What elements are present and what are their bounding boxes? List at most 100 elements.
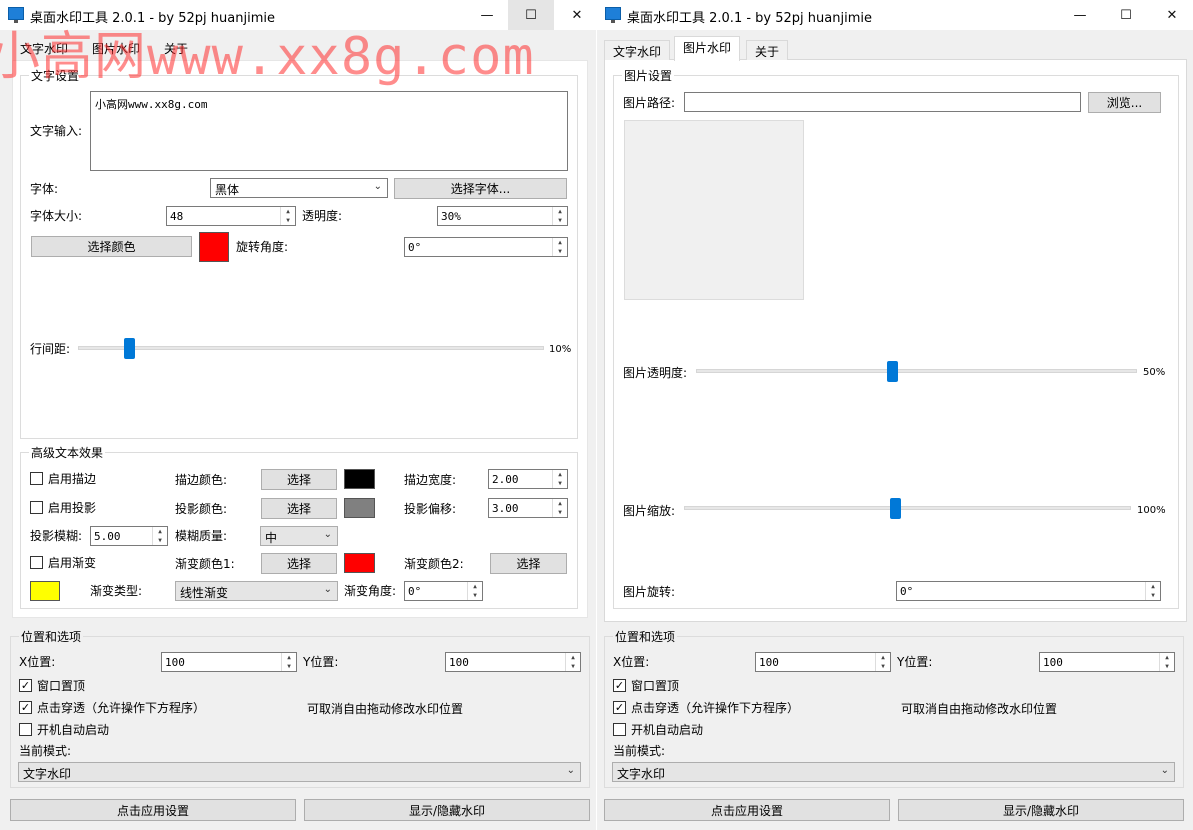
checkbox-checked-icon[interactable]: ✓	[613, 701, 626, 714]
browse-button[interactable]: 浏览...	[1088, 92, 1161, 113]
toggle-watermark-button[interactable]: 显示/隐藏水印	[304, 799, 590, 821]
shadow-blur-spinner[interactable]: 5.00 ▲ ▼	[90, 526, 168, 546]
image-path-label: 图片路径:	[623, 96, 676, 110]
spinner-arrows-icon[interactable]: ▲ ▼	[552, 470, 567, 488]
stroke-width-spinner[interactable]: 2.00 ▲ ▼	[488, 469, 568, 489]
mode-select[interactable]: 文字水印 ⌄	[18, 762, 581, 782]
blur-quality-select[interactable]: 中 ⌄	[260, 526, 338, 546]
y-position-spinner[interactable]: 100 ▲ ▼	[445, 652, 581, 672]
tab-image-watermark[interactable]: 图片水印	[674, 36, 741, 61]
gradient-color2-swatch[interactable]	[30, 581, 60, 601]
spinner-arrows-icon[interactable]: ▲ ▼	[152, 527, 167, 545]
maximize-icon[interactable]: ☐	[1103, 0, 1149, 30]
checkbox-box[interactable]	[30, 501, 43, 514]
spinner-arrows-icon[interactable]: ▲ ▼	[1145, 582, 1160, 600]
checkbox-box[interactable]	[30, 472, 43, 485]
font-size-label: 字体大小:	[30, 209, 83, 223]
text-color-swatch[interactable]	[199, 232, 229, 262]
gradient-select1-button[interactable]: 选择	[261, 553, 337, 574]
gradient-angle-value: 0°	[408, 585, 422, 598]
checkbox-label: 启用描边	[48, 472, 97, 486]
x-position-label: X位置:	[19, 655, 56, 669]
font-size-value: 48	[170, 210, 184, 223]
text-input-field[interactable]: 小高网www.xx8g.com	[90, 91, 568, 171]
opacity-spinner[interactable]: 30% ▲ ▼	[437, 206, 568, 226]
tab-text-watermark[interactable]: 文字水印	[604, 40, 671, 60]
app-monitor-icon	[605, 7, 621, 23]
choose-font-button[interactable]: 选择字体...	[394, 178, 567, 199]
checkbox-label: 窗口置顶	[37, 679, 86, 693]
mode-value: 文字水印	[23, 767, 72, 781]
image-preview	[624, 120, 804, 300]
choose-color-button[interactable]: 选择颜色	[31, 236, 192, 257]
stroke-width-label: 描边宽度:	[404, 473, 457, 487]
gradient-type-select[interactable]: 线性渐变 ⌄	[175, 581, 338, 601]
spinner-arrows-icon[interactable]: ▲ ▼	[552, 499, 567, 517]
image-opacity-slider[interactable]	[696, 369, 1137, 373]
checkbox-label: 启用投影	[48, 501, 97, 515]
close-icon[interactable]: ✕	[1149, 0, 1193, 30]
image-rotation-spinner[interactable]: 0° ▲ ▼	[896, 581, 1161, 601]
gradient-angle-label: 渐变角度:	[344, 584, 397, 598]
stroke-color-swatch[interactable]	[344, 469, 375, 489]
close-icon[interactable]: ✕	[554, 0, 596, 30]
shadow-select-button[interactable]: 选择	[261, 498, 337, 519]
font-select[interactable]: 黑体 ⌄	[210, 178, 388, 198]
checkbox-checked-icon[interactable]: ✓	[19, 701, 32, 714]
spinner-arrows-icon[interactable]: ▲ ▼	[281, 653, 296, 671]
mode-label: 当前模式:	[19, 744, 72, 758]
window-title: 桌面水印工具 2.0.1 - by 52pj huanjimie	[627, 11, 872, 26]
minimize-icon[interactable]: —	[464, 0, 510, 30]
shadow-color-swatch[interactable]	[344, 498, 375, 518]
spinner-arrows-icon[interactable]: ▲ ▼	[467, 582, 482, 600]
line-spacing-slider[interactable]	[78, 346, 544, 350]
spinner-arrows-icon[interactable]: ▲ ▼	[552, 207, 567, 225]
checkbox-box[interactable]	[613, 723, 626, 736]
tab-about[interactable]: 关于	[746, 40, 789, 60]
image-scale-slider-thumb[interactable]	[890, 498, 901, 519]
gradient-angle-spinner[interactable]: 0° ▲ ▼	[404, 581, 483, 601]
image-path-input[interactable]	[684, 92, 1081, 112]
tab-about[interactable]: 关于	[164, 42, 188, 56]
image-scale-slider[interactable]	[684, 506, 1131, 510]
checkbox-label: 开机自动启动	[631, 723, 704, 737]
spinner-arrows-icon[interactable]: ▲ ▼	[1159, 653, 1174, 671]
spinner-arrows-icon[interactable]: ▲ ▼	[875, 653, 890, 671]
checkbox-checked-icon[interactable]: ✓	[19, 679, 32, 692]
group-title: 位置和选项	[19, 628, 84, 645]
font-size-spinner[interactable]: 48 ▲ ▼	[166, 206, 296, 226]
minimize-icon[interactable]: —	[1057, 0, 1103, 30]
image-opacity-slider-thumb[interactable]	[887, 361, 898, 382]
apply-settings-button[interactable]: 点击应用设置	[604, 799, 890, 821]
stroke-select-button[interactable]: 选择	[261, 469, 337, 490]
shadow-color-label: 投影颜色:	[175, 502, 228, 516]
shadow-offset-spinner[interactable]: 3.00 ▲ ▼	[488, 498, 568, 518]
mode-select[interactable]: 文字水印 ⌄	[612, 762, 1175, 782]
rotation-spinner[interactable]: 0° ▲ ▼	[404, 237, 568, 257]
shadow-offset-value: 3.00	[492, 502, 519, 515]
maximize-icon[interactable]: ☐	[508, 0, 554, 30]
y-position-spinner[interactable]: 100 ▲ ▼	[1039, 652, 1175, 672]
group-title: 高级文本效果	[29, 444, 106, 461]
group-title: 位置和选项	[613, 628, 678, 645]
rotation-label: 旋转角度:	[236, 240, 289, 254]
x-position-spinner[interactable]: 100 ▲ ▼	[161, 652, 297, 672]
checkbox-box[interactable]	[30, 556, 43, 569]
tab-text-watermark[interactable]: 文字水印	[20, 42, 68, 56]
gradient-color1-swatch[interactable]	[344, 553, 375, 573]
x-position-spinner[interactable]: 100 ▲ ▼	[755, 652, 891, 672]
checkbox-box[interactable]	[19, 723, 32, 736]
toggle-watermark-button[interactable]: 显示/隐藏水印	[898, 799, 1184, 821]
chevron-down-icon: ⌄	[323, 529, 332, 540]
apply-settings-button[interactable]: 点击应用设置	[10, 799, 296, 821]
gradient-select2-button[interactable]: 选择	[490, 553, 567, 574]
image-rotation-value: 0°	[900, 585, 914, 598]
rotation-value: 0°	[408, 241, 422, 254]
tab-image-watermark[interactable]: 图片水印	[92, 42, 140, 56]
spinner-arrows-icon[interactable]: ▲ ▼	[280, 207, 295, 225]
spinner-arrows-icon[interactable]: ▲ ▼	[552, 238, 567, 256]
spinner-arrows-icon[interactable]: ▲ ▼	[565, 653, 580, 671]
checkbox-label: 点击穿透（允许操作下方程序）	[37, 701, 206, 715]
checkbox-checked-icon[interactable]: ✓	[613, 679, 626, 692]
line-spacing-slider-thumb[interactable]	[124, 338, 135, 359]
